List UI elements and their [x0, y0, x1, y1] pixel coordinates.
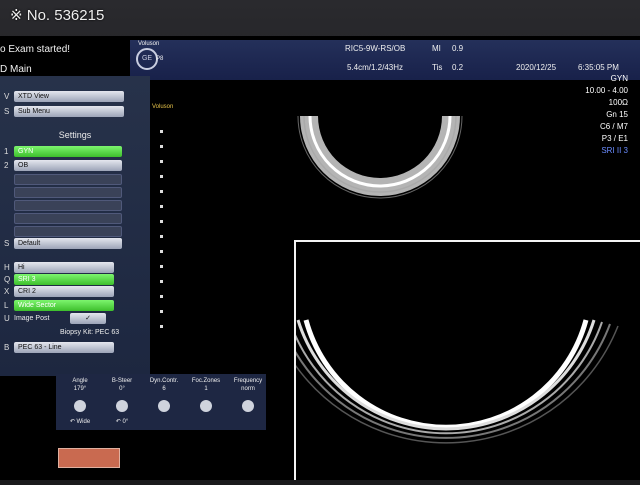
default-button[interactable]: Default [14, 238, 122, 249]
menu-row-2: 2 OB [4, 160, 122, 171]
settings-title: Settings [58, 130, 92, 140]
info-gain: Gn 15 [606, 110, 628, 119]
zoomed-ultrasound [273, 319, 619, 444]
key-h: H [4, 263, 10, 272]
xtd-view-button[interactable]: XTD View [14, 91, 124, 102]
key-1: 1 [4, 147, 9, 156]
menu-row-q: Q SRI 3 [4, 274, 114, 285]
empty-slot [4, 213, 122, 224]
mi-value: 0.9 [452, 44, 464, 53]
info-cm: C6 / M7 [599, 122, 628, 131]
key-l: L [4, 301, 9, 310]
knob-value: 1 [204, 386, 208, 392]
knob-value: norm [241, 386, 255, 392]
key-v: V [4, 92, 10, 101]
preset-slot-6[interactable] [14, 213, 122, 224]
image-post-label: Image Post [14, 315, 50, 322]
menu-row-x: X CRI 2 [4, 286, 114, 297]
biopsy-line-button[interactable]: PEC 63 - Line [14, 342, 114, 353]
wide-sector-button[interactable]: Wide Sector [14, 300, 114, 311]
preset-ob-button[interactable]: OB [14, 160, 122, 171]
cri-button[interactable]: CRI 2 [14, 286, 114, 297]
ge-logo-icon: GE [136, 48, 158, 70]
info-power: 100Ω [608, 98, 628, 107]
image-post-toggle[interactable]: ✓ [70, 313, 106, 324]
voluson-label: Voluson [152, 104, 173, 110]
info-preset: GYN [610, 74, 628, 83]
key-q: Q [4, 275, 11, 284]
tis-value: 0.2 [452, 63, 464, 72]
key-2: 2 [4, 161, 9, 170]
knob-label: Frequency [233, 378, 263, 384]
exam-message: o Exam started! [0, 44, 71, 55]
knob-dial-icon[interactable] [242, 400, 254, 412]
preset-slot-7[interactable] [14, 226, 122, 237]
menu-row-u: U Image Post ✓ [4, 313, 106, 324]
sub-menu-button[interactable]: Sub Menu [14, 106, 124, 117]
knob-label: Foc.Zones [191, 378, 221, 384]
key-u: U [4, 314, 10, 323]
knob-bottom-label: ↶ 0° [115, 419, 129, 425]
knob-value: 179° [73, 386, 87, 392]
depth-label: 5.4cm/1.2/43Hz [347, 63, 404, 72]
warning-sticker [58, 448, 120, 468]
info-range: 10.00 - 4.00 [585, 86, 628, 95]
preset-slot-4[interactable] [14, 187, 122, 198]
knob-label: Dyn.Contr. [149, 378, 179, 384]
menu-row-l: L Wide Sector [4, 300, 114, 311]
knob-dial-icon[interactable] [74, 400, 86, 412]
info-pe: P3 / E1 [601, 134, 628, 143]
knob-value: 0° [119, 386, 125, 392]
info-sri: SRI II 3 [601, 146, 628, 155]
probe-label: RIC5-9W-RS/OB [345, 44, 406, 53]
time-label: 6:35:05 PM [578, 63, 619, 72]
logo-caption: Voluson [138, 41, 160, 47]
menu-row-default: S Default [4, 238, 122, 249]
knob-dial-icon[interactable] [200, 400, 212, 412]
knob-label: B-Steer [111, 378, 133, 384]
biopsy-title: Biopsy Kit: PEC 63 [60, 329, 120, 336]
empty-slot [4, 187, 122, 198]
key-b: B [4, 343, 10, 352]
hi-button[interactable]: Hi [14, 262, 114, 273]
mode-message: D Main [0, 64, 32, 75]
knob-value: 6 [162, 386, 166, 392]
watermark: ※ No. 536215 [10, 7, 105, 24]
menu-row-sub: S Sub Menu [4, 106, 124, 117]
menu-row-xtd: V XTD View [4, 91, 124, 102]
knob-dial-icon[interactable] [116, 400, 128, 412]
menu-row-h: H Hi [4, 262, 114, 273]
knob-label: Angle [72, 378, 88, 384]
preset-slot-3[interactable] [14, 174, 122, 185]
logo-sub: P8 [156, 56, 164, 62]
menu-row-b: B PEC 63 - Line [4, 342, 114, 353]
key-x: X [4, 287, 10, 296]
tis-label: Tis [432, 63, 443, 72]
mi-label: MI [432, 44, 441, 53]
knob-bottom-label: ↶ Wide [69, 419, 91, 425]
preset-gyn-button[interactable]: GYN [14, 146, 122, 157]
zoom-inset [273, 240, 640, 480]
sri-button[interactable]: SRI 3 [14, 274, 114, 285]
empty-slot [4, 200, 122, 211]
menu-row-1: 1 GYN [4, 146, 122, 157]
key-default: S [4, 239, 10, 248]
knob-dial-icon[interactable] [158, 400, 170, 412]
empty-slot [4, 174, 122, 185]
key-s: S [4, 107, 10, 116]
preset-slot-5[interactable] [14, 200, 122, 211]
date-label: 2020/12/25 [516, 63, 557, 72]
empty-slot [4, 226, 122, 237]
